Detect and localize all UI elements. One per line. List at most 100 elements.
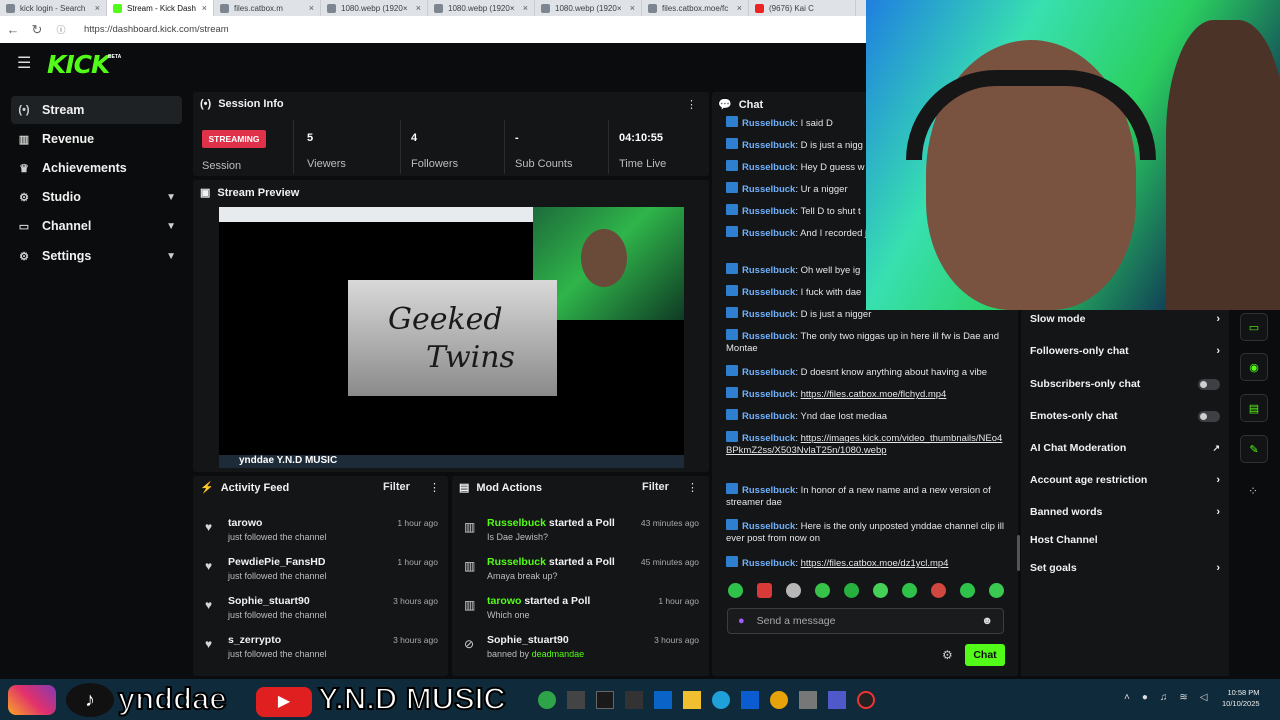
app-icon[interactable] — [799, 691, 817, 709]
chat-username[interactable]: Russelbuck — [742, 389, 795, 400]
chat-link[interactable]: https://files.catbox.moe/dz1ycl.mp4 — [801, 558, 949, 569]
chat-username[interactable]: Russelbuck — [742, 287, 795, 298]
browser-tab[interactable]: files.catbox.m × — [214, 0, 321, 16]
chat-send-button[interactable]: Chat — [965, 644, 1005, 666]
emote-icon[interactable] — [873, 583, 888, 598]
chrome-icon[interactable] — [770, 691, 788, 709]
setting-banned-words[interactable]: Banned words › — [1030, 504, 1220, 520]
chat-username[interactable]: Russelbuck — [742, 118, 795, 129]
site-info-icon[interactable]: ⓘ — [54, 23, 68, 36]
more-options-icon[interactable]: ⋮ — [429, 481, 440, 494]
close-icon[interactable]: × — [416, 3, 421, 13]
chat-username[interactable]: Russelbuck — [742, 309, 795, 320]
teams-icon[interactable] — [828, 691, 846, 709]
app-icon[interactable] — [625, 691, 643, 709]
emote-icon[interactable] — [902, 583, 917, 598]
browser-tab[interactable]: 1080.webp (1920× × — [428, 0, 535, 16]
outlook-icon[interactable] — [654, 691, 672, 709]
close-icon[interactable]: × — [309, 3, 314, 13]
emote-icon[interactable] — [728, 583, 743, 598]
sidebar-item-settings[interactable]: ⚙ Settings ▼ — [11, 242, 182, 270]
close-icon[interactable]: × — [202, 3, 207, 13]
chat-username[interactable]: Russelbuck — [742, 485, 795, 496]
setting-set-goals[interactable]: Set goals › — [1030, 560, 1220, 576]
browser-tab[interactable]: files.catbox.moe/fc × — [642, 0, 749, 16]
file-explorer-icon[interactable] — [567, 691, 585, 709]
emotes-only-toggle[interactable] — [1198, 410, 1220, 422]
more-tools-icon[interactable]: ⁘ — [1248, 484, 1258, 498]
mod-user[interactable]: Sophie_stuart90 — [487, 634, 569, 646]
layout-icon[interactable]: ▤ — [1240, 394, 1268, 422]
reload-icon[interactable]: ↻ — [30, 22, 44, 38]
activity-user[interactable]: Sophie_stuart90 — [228, 595, 310, 607]
microphone-icon[interactable]: ● — [738, 615, 745, 627]
browser-tab-active[interactable]: Stream - Kick Dash × — [107, 0, 214, 16]
chat-username[interactable]: Russelbuck — [742, 228, 795, 239]
wifi-icon[interactable]: ≋ — [1179, 692, 1187, 703]
emote-icon[interactable] — [960, 583, 975, 598]
more-options-icon[interactable]: ⋮ — [686, 98, 697, 111]
close-icon[interactable]: × — [737, 3, 742, 13]
emote-icon[interactable] — [844, 583, 859, 598]
activity-user[interactable]: PewdiePie_FansHD — [228, 556, 325, 568]
emoji-icon[interactable]: ☻ — [981, 615, 993, 627]
close-icon[interactable]: × — [523, 3, 528, 13]
setting-host-channel[interactable]: Host Channel — [1030, 532, 1220, 548]
back-arrow-icon[interactable]: ← — [6, 22, 20, 37]
chat-username[interactable]: Russelbuck — [742, 521, 795, 532]
chat-username[interactable]: Russelbuck — [742, 184, 795, 195]
chat-settings-gear-icon[interactable]: ⚙ — [942, 648, 953, 662]
browser-tab[interactable]: 1080.webp (1920× × — [321, 0, 428, 16]
setting-ai-moderation[interactable]: AI Chat Moderation ↗ — [1030, 440, 1220, 456]
url-input[interactable]: https://dashboard.kick.com/stream — [84, 24, 229, 35]
browser-tab[interactable]: kick login - Search × — [0, 0, 107, 16]
broadcast-icon[interactable]: ◉ — [1240, 353, 1268, 381]
chat-username[interactable]: Russelbuck — [742, 411, 795, 422]
close-icon[interactable]: × — [630, 3, 635, 13]
chat-bubble-icon[interactable]: ▭ — [1240, 313, 1268, 341]
volume-icon[interactable]: ◁ — [1200, 692, 1208, 703]
emote-icon[interactable] — [757, 583, 772, 598]
sidebar-item-stream[interactable]: (•) Stream — [11, 96, 182, 124]
subscribers-only-toggle[interactable] — [1198, 378, 1220, 390]
sidebar-item-studio[interactable]: ⚙ Studio ▼ — [11, 183, 182, 211]
sidebar-item-channel[interactable]: ▭ Channel ▼ — [11, 212, 182, 240]
chat-username[interactable]: Russelbuck — [742, 162, 795, 173]
wrench-icon[interactable]: ✎ — [1240, 435, 1268, 463]
emote-icon[interactable] — [815, 583, 830, 598]
emote-icon[interactable] — [786, 583, 801, 598]
tray-app-icon[interactable]: ● — [1142, 692, 1148, 703]
setting-followers-only[interactable]: Followers-only chat › — [1030, 343, 1220, 359]
browser-tab[interactable]: (9676) Kai C — [749, 0, 856, 16]
app-icon[interactable] — [538, 691, 556, 709]
emote-icon[interactable] — [989, 583, 1004, 598]
activity-user[interactable]: s_zerrypto — [228, 634, 281, 646]
chat-username[interactable]: Russelbuck — [742, 331, 795, 342]
stream-preview-video[interactable]: Geeked Twins ynddae Y.N.D MUSIC — [219, 207, 684, 468]
setting-slow-mode[interactable]: Slow mode › — [1030, 311, 1220, 327]
obs-icon[interactable] — [857, 691, 875, 709]
mod-user[interactable]: deadmandae — [532, 649, 585, 659]
mod-user[interactable]: tarowo — [487, 595, 521, 607]
browser-tab[interactable]: 1080.webp (1920× × — [535, 0, 642, 16]
chat-link[interactable]: https://files.catbox.moe/flchyd.mp4 — [801, 389, 947, 400]
sidebar-item-revenue[interactable]: ▥ Revenue — [11, 125, 182, 153]
more-options-icon[interactable]: ⋮ — [687, 481, 698, 494]
chat-username[interactable]: Russelbuck — [742, 265, 795, 276]
filter-button[interactable]: Filter — [383, 481, 410, 493]
chat-username[interactable]: Russelbuck — [742, 433, 795, 444]
folder-icon[interactable] — [683, 691, 701, 709]
chat-username[interactable]: Russelbuck — [742, 558, 795, 569]
edge-icon[interactable] — [712, 691, 730, 709]
sidebar-item-achievements[interactable]: ♛ Achievements — [11, 154, 182, 182]
hamburger-menu-icon[interactable]: ☰ — [17, 56, 33, 72]
chat-username[interactable]: Russelbuck — [742, 140, 795, 151]
chat-scrollbar[interactable] — [1017, 535, 1020, 571]
taskbar-clock[interactable]: 10:58 PM 10/10/2025 — [1222, 687, 1260, 709]
mod-user[interactable]: Russelbuck — [487, 556, 546, 568]
chat-username[interactable]: Russelbuck — [742, 367, 795, 378]
setting-account-age[interactable]: Account age restriction › — [1030, 472, 1220, 488]
kick-logo[interactable]: KICK — [47, 50, 110, 79]
store-icon[interactable] — [741, 691, 759, 709]
chat-input-box[interactable]: ● Send a message ☻ — [727, 608, 1004, 634]
